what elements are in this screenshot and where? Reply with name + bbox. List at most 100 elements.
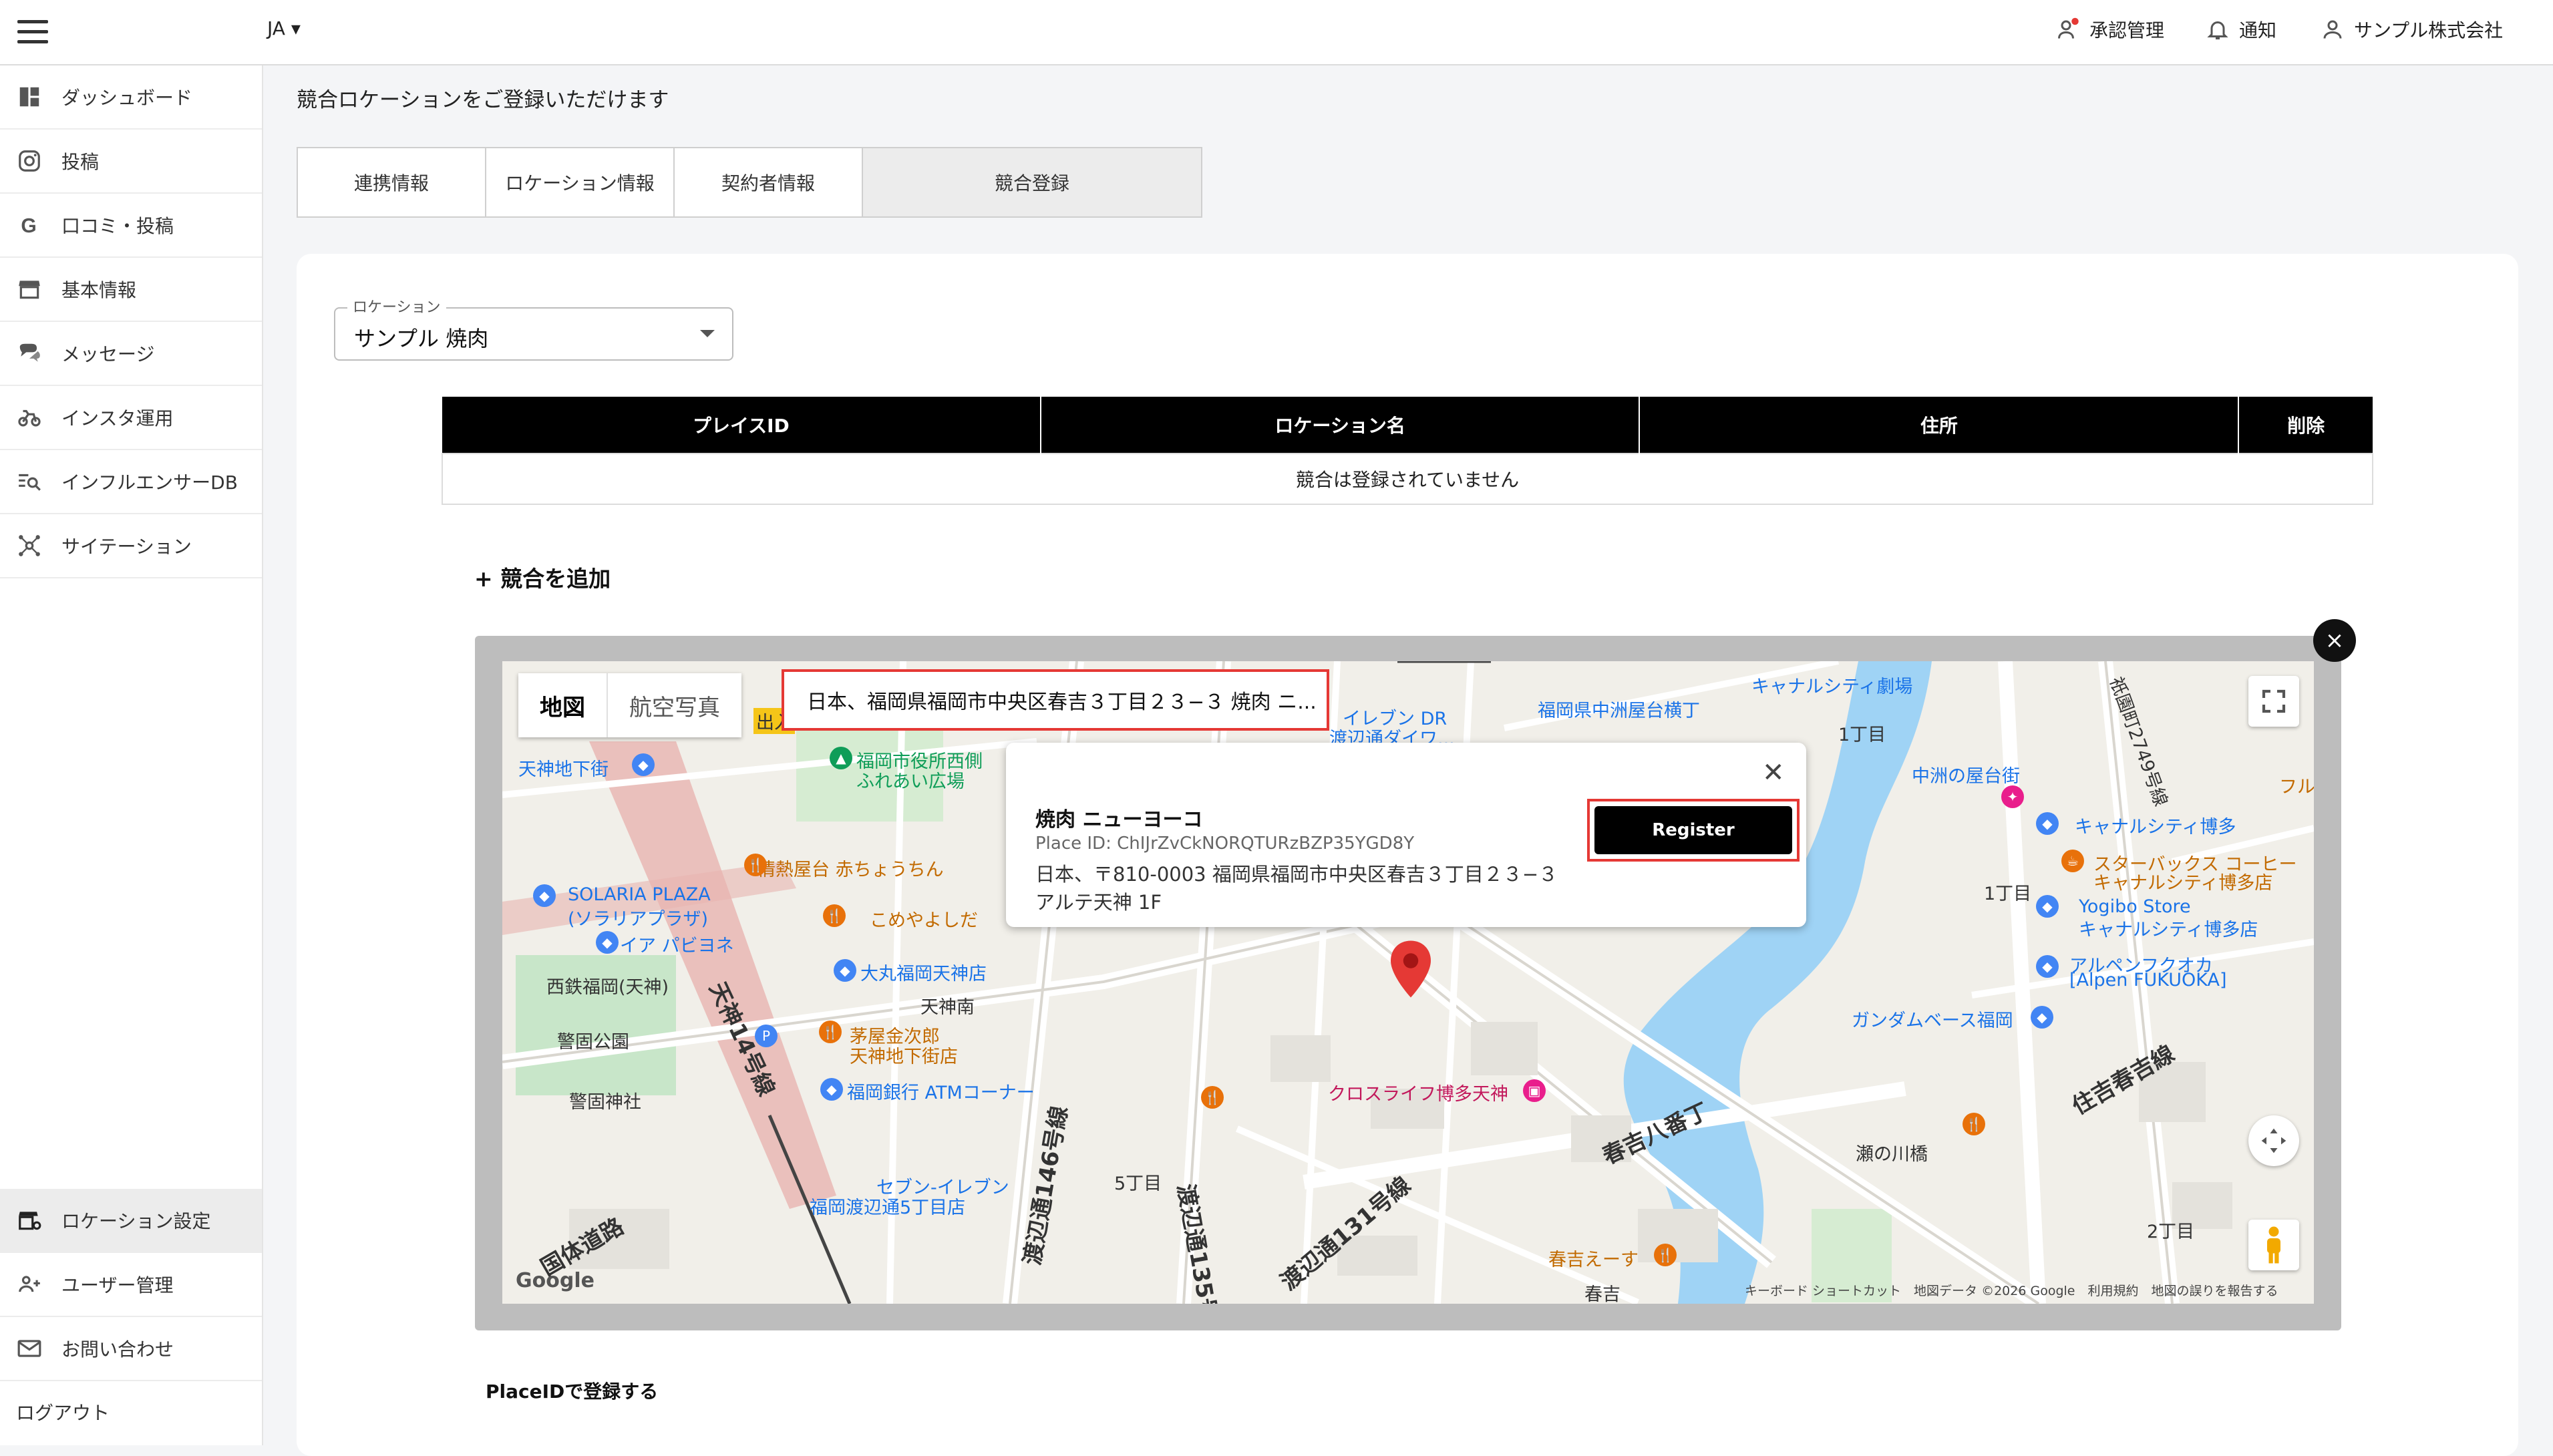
add-competitor-heading[interactable]: + 競合を追加 xyxy=(474,561,611,593)
logout-link[interactable]: ログアウト xyxy=(16,1399,110,1425)
network-icon xyxy=(16,532,43,559)
sidebar-item-label: インスタ運用 xyxy=(61,407,174,429)
street-view-button[interactable] xyxy=(2248,1220,2299,1270)
map-poi-icon[interactable]: ◆ xyxy=(834,959,856,982)
table-row: 競合は登録されていません xyxy=(442,453,2373,505)
sidebar-item-location-settings[interactable]: ロケーション設定 xyxy=(0,1189,262,1253)
restaurant-icon[interactable]: 🍴 xyxy=(819,1021,842,1043)
notifications-menu[interactable]: 通知 xyxy=(2206,16,2276,43)
map-label: 福岡銀行 ATMコーナー xyxy=(847,1083,1035,1103)
sidebar-item-insta-ops[interactable]: インスタ運用 xyxy=(0,386,262,450)
sidebar-item-basic-info[interactable]: 基本情報 xyxy=(0,258,262,322)
close-popup-button[interactable]: ✕ xyxy=(1762,757,1785,788)
map-poi-icon[interactable]: ◆ xyxy=(596,931,619,954)
tab-contract-info[interactable]: 契約者情報 xyxy=(675,148,863,216)
map-label: 大丸福岡天神店 xyxy=(860,964,987,984)
approval-icon xyxy=(2058,17,2079,39)
chevron-down-icon[interactable] xyxy=(700,330,715,337)
map-poi-icon[interactable]: P xyxy=(755,1025,778,1047)
bell-icon xyxy=(2207,21,2228,39)
map-label: 春吉 xyxy=(1584,1284,1621,1304)
map-poi-icon[interactable]: ◆ xyxy=(2036,895,2059,918)
park-icon[interactable]: ▲ xyxy=(830,747,852,769)
location-settings-icon xyxy=(16,1207,43,1234)
bike-icon xyxy=(16,404,43,431)
chat-icon xyxy=(16,340,43,367)
language-selector[interactable]: JA ▾ xyxy=(267,17,301,39)
users-icon xyxy=(16,1271,43,1298)
map-search-input[interactable]: 日本、福岡県福岡市中央区春吉３丁目２３−３ 焼肉 ニ... xyxy=(782,669,1329,731)
google-map[interactable]: 天神地下街 SOLARIA PLAZA (ソラリアプラザ) イア パビヨネ 西鉄… xyxy=(502,661,2314,1304)
hotel-icon[interactable]: ▣ xyxy=(1523,1079,1546,1102)
map-label: キャナルシティ博多 xyxy=(2075,817,2236,838)
column-header-location-name: ロケーション名 xyxy=(1040,397,1641,453)
dashboard-icon xyxy=(16,83,43,110)
map-label: 5丁目 xyxy=(1114,1173,1162,1194)
store-icon xyxy=(16,276,43,303)
map-type-satellite-button[interactable]: 航空写真 xyxy=(607,673,741,737)
tab-bar: 連携情報 ロケーション情報 契約者情報 競合登録 xyxy=(297,147,1202,218)
map-label: キャナルシティ博多店 xyxy=(2093,873,2273,894)
selected-location-pin-icon[interactable] xyxy=(1391,940,1431,998)
map-type-map-button[interactable]: 地図 xyxy=(518,673,607,737)
sidebar-item-dashboard[interactable]: ダッシュボード xyxy=(0,65,262,130)
map-footer-links[interactable]: キーボード ショートカット 地図データ ©2026 Google 利用規約 地図… xyxy=(1745,1281,2278,1299)
place-address: 日本、〒810-0003 福岡県福岡市中央区春吉３丁目２３−３ アルテ天神 1F xyxy=(1035,860,1583,916)
map-poi-icon[interactable]: ◆ xyxy=(2036,955,2059,978)
close-icon: × xyxy=(2325,627,2345,654)
map-poi-icon[interactable]: ✦ xyxy=(2001,785,2024,808)
sidebar-item-citation[interactable]: サイテーション xyxy=(0,514,262,578)
map-poi-icon[interactable]: ◆ xyxy=(632,753,655,776)
sidebar-item-posts[interactable]: 投稿 xyxy=(0,130,262,194)
fullscreen-button[interactable] xyxy=(2248,676,2299,727)
sidebar-item-influencer-db[interactable]: インフルエンサーDB xyxy=(0,450,262,514)
register-button[interactable]: Register xyxy=(1594,806,1792,854)
tab-competitor-register[interactable]: 競合登録 xyxy=(863,148,1201,216)
sidebar-item-messages[interactable]: メッセージ xyxy=(0,322,262,386)
restaurant-icon[interactable]: 🍴 xyxy=(1654,1244,1677,1266)
approval-menu[interactable]: 承認管理 xyxy=(2056,16,2164,43)
map-label: 情熱屋台 赤ちょうちん xyxy=(757,860,944,880)
placeid-register-heading[interactable]: PlaceIDで登録する xyxy=(486,1377,658,1404)
map-label: キャナルシティ劇場 xyxy=(1751,677,1913,697)
place-address-line2: アルテ天神 1F xyxy=(1035,891,1162,914)
column-header-delete: 削除 xyxy=(2238,397,2373,453)
restaurant-icon[interactable]: 🍴 xyxy=(744,854,767,876)
map-label: キャナルシティ博多店 xyxy=(2079,920,2258,940)
place-info-popup: ✕ 焼肉 ニューヨーコ Place ID: ChIJrZvCkNORQTURzB… xyxy=(1006,743,1806,927)
tab-location-info[interactable]: ロケーション情報 xyxy=(486,148,675,216)
map-label: 2丁目 xyxy=(2147,1222,2195,1242)
close-icon: ✕ xyxy=(1762,757,1785,788)
map-label: クロスライフ博多天神 xyxy=(1328,1084,1508,1105)
restaurant-icon[interactable]: 🍴 xyxy=(823,904,846,927)
map-poi-icon[interactable]: ◆ xyxy=(533,884,556,907)
map-label: 天神地下街店 xyxy=(850,1047,958,1067)
map-label: フル xyxy=(2279,777,2314,797)
cafe-icon[interactable]: ☕ xyxy=(2061,850,2084,872)
menu-icon[interactable] xyxy=(17,20,48,44)
sidebar-item-contact[interactable]: お問い合わせ xyxy=(0,1317,262,1381)
tab-integration[interactable]: 連携情報 xyxy=(298,148,486,216)
column-header-address: 住所 xyxy=(1639,397,2240,453)
sidebar-item-reviews[interactable]: G 口コミ・投稿 xyxy=(0,194,262,258)
map-poi-icon[interactable]: ◆ xyxy=(820,1078,843,1101)
map-label: 福岡渡辺通5丁目店 xyxy=(810,1198,966,1218)
map-label: 1丁目 xyxy=(1838,725,1886,745)
map-label: 1丁目 xyxy=(1984,884,2032,904)
competitor-table: プレイスID ロケーション名 住所 削除 競合は登録されていません xyxy=(442,397,2373,505)
google-icon: G xyxy=(16,212,43,238)
restaurant-icon[interactable]: 🍴 xyxy=(1963,1113,1985,1135)
map-poi-icon[interactable]: ◆ xyxy=(2031,1006,2053,1029)
map-label: 春吉えーす xyxy=(1548,1250,1639,1270)
close-map-button[interactable]: × xyxy=(2313,619,2356,662)
map-label: 警固神社 xyxy=(569,1092,641,1113)
map-label: こめやよしだ xyxy=(870,910,978,931)
restaurant-icon[interactable]: 🍴 xyxy=(1201,1086,1224,1109)
empty-message: 競合は登録されていません xyxy=(442,453,2373,505)
sidebar-item-user-management[interactable]: ユーザー管理 xyxy=(0,1253,262,1317)
map-label: イア パビヨネ xyxy=(620,936,734,956)
camera-control-button[interactable] xyxy=(2248,1115,2299,1166)
map-label: 警固公園 xyxy=(557,1032,629,1053)
account-menu[interactable]: サンプル株式会社 xyxy=(2321,16,2503,43)
map-poi-icon[interactable]: ◆ xyxy=(2036,812,2059,835)
